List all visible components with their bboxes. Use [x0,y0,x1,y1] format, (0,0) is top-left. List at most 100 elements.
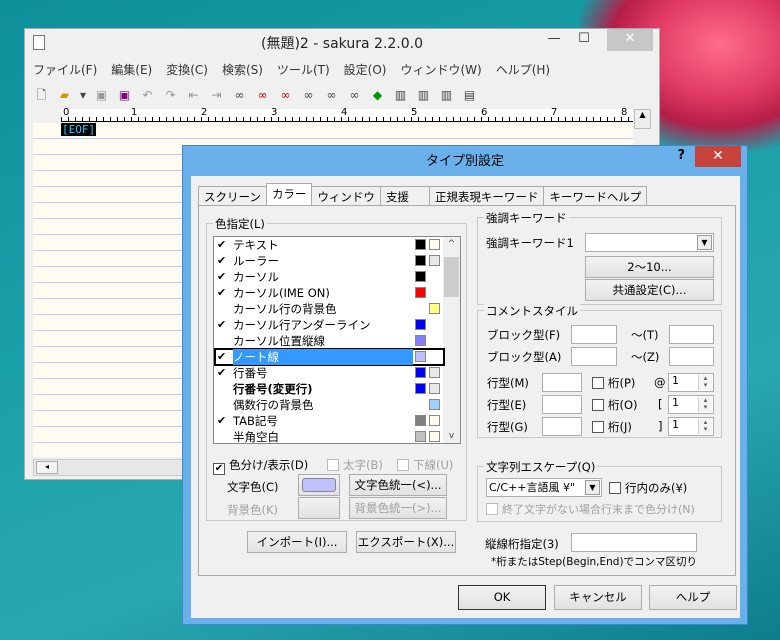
maximize-button[interactable]: ☐ [569,29,599,51]
common-settings-icon[interactable]: ▥ [392,87,409,104]
tab-regex-keyword[interactable]: 正規表現キーワード [428,186,545,205]
col-p-checkbox[interactable]: 桁(P) [592,375,635,391]
all-windows-icon[interactable]: ▤ [461,87,478,104]
string-escape-combo[interactable]: C/C++言語風 ¥" ▼ [486,478,602,497]
line-m-input[interactable] [542,373,582,392]
menu-settings[interactable]: 設定(O) [344,61,387,78]
line-e-input[interactable] [542,395,582,414]
toolbar: 🗋 ▰ ▾ ▣ ▣ ↶ ↷ ⇤ ⇥ ∞ ∞ ∞ ∞ ∞ ∞ ◆ ▥ ▥ ▥ ▤ [33,84,478,106]
menu-convert[interactable]: 変換(C) [166,61,208,78]
block-z-label: 〜(Z) [631,350,660,364]
color-item-label: カーソル位置縦線 [233,334,325,348]
cancel-button[interactable]: キャンセル [554,585,642,610]
bg-color-swatch [429,239,440,250]
help-question-button[interactable]: ? [677,148,685,163]
spinner-arrows-icon[interactable]: ▴ ▾ [698,375,712,390]
vertical-line-note: *桁またはStep(Begin,End)でコンマ区切り [491,556,698,568]
jump-forward-icon[interactable]: ⇥ [208,87,225,104]
save-as-icon[interactable]: ▣ [116,87,133,104]
block-f-end-input[interactable] [669,325,714,344]
unify-bg-color-button[interactable]: 背景色統一(>)... [349,497,447,519]
color-list-item[interactable]: ✔ ノート線 [214,348,445,366]
tab-keyword-help[interactable]: キーワードヘルプ [543,186,648,205]
tab-support[interactable]: 支援 [379,186,430,205]
bg-color-button[interactable] [298,497,340,519]
outline-icon[interactable]: ◆ [369,87,386,104]
color-list-item[interactable]: ✔ TAB記号 [215,413,444,429]
color-list-item[interactable]: 半角空白 [215,429,444,443]
minimize-button[interactable]: — [539,29,569,51]
color-list-item[interactable]: ✔ ルーラー [215,253,444,269]
undo-icon[interactable]: ↶ [139,87,156,104]
clear-mark-icon[interactable]: ∞ [323,87,340,104]
type-list-icon[interactable]: ▥ [438,87,455,104]
fg-color-swatch [415,415,426,426]
line-e-column-spinner[interactable]: 1 ▴ ▾ [668,395,714,414]
color-list-item[interactable]: ✔ カーソル [215,269,444,285]
unify-text-color-button[interactable]: 文字色統一(<)... [349,474,447,496]
replace-icon[interactable]: ∞ [300,87,317,104]
text-color-button[interactable] [298,474,340,496]
open-folder-icon[interactable]: ▰ [56,87,73,104]
menu-help[interactable]: ヘルプ(H) [496,61,550,78]
inline-only-checkbox[interactable]: 行内のみ(¥) [609,480,687,496]
color-list-item[interactable]: ✔ カーソル行アンダーライン [215,317,444,333]
type-settings-icon[interactable]: ▥ [415,87,432,104]
line-g-column-spinner[interactable]: 1 ▴ ▾ [668,417,714,436]
menu-window[interactable]: ウィンドウ(W) [400,61,481,78]
color-list-item[interactable]: カーソル行の背景色 [215,301,444,317]
menu-tools[interactable]: ツール(T) [277,61,330,78]
keywords-2-10-button[interactable]: 2〜10... [585,256,714,278]
search-icon[interactable]: ∞ [231,87,248,104]
dialog-close-button[interactable]: ✕ [695,146,741,167]
grep-icon[interactable]: ∞ [346,87,363,104]
close-button[interactable]: ✕ [607,29,653,51]
keyword-common-settings-button[interactable]: 共通設定(C)... [585,279,714,301]
fg-color-swatch [415,351,426,362]
menu-file[interactable]: ファイル(F) [33,61,97,78]
vertical-scrollbar[interactable]: ▲ [634,109,651,129]
color-list-item[interactable]: 行番号(変更行) [215,381,444,397]
tab-color[interactable]: カラー [265,183,313,205]
line-m-column-spinner[interactable]: 1 ▴ ▾ [668,373,714,392]
color-item-list[interactable]: ^ v ✔ テキスト ✔ ルーラー ✔ カーソル ✔ カーソル(IME ON) カーソル行の背景色… [213,236,461,444]
block-a-start-input[interactable] [571,347,617,366]
underline-checkbox[interactable]: 下線(U) [397,457,453,473]
dropdown-icon[interactable]: ▾ [79,87,87,104]
color-list-item[interactable]: カーソル位置縦線 [215,333,444,349]
spinner-arrows-icon[interactable]: ▴ ▾ [698,397,712,412]
menu-search[interactable]: 検索(S) [222,61,263,78]
search-prev-icon[interactable]: ∞ [277,87,294,104]
keyword1-combo[interactable]: ▼ [585,233,714,252]
menu-edit[interactable]: 編集(E) [111,61,152,78]
color-to-eol-checkbox[interactable]: 終了文字がない場合行末まで色分け(N) [486,501,695,517]
color-list-item[interactable]: ✔ カーソル(IME ON) [215,285,444,301]
tab-screen[interactable]: スクリーン [198,186,267,205]
spinner-arrows-icon[interactable]: ▴ ▾ [698,419,712,434]
color-list-item[interactable]: 偶数行の背景色 [215,397,444,413]
color-list-item[interactable]: ✔ 行番号 [215,365,444,381]
fg-color-swatch [415,383,426,394]
block-f-start-input[interactable] [571,325,617,344]
bold-checkbox[interactable]: 太字(B) [327,457,383,473]
new-file-icon[interactable]: 🗋 [33,87,50,104]
block-a-end-input[interactable] [669,347,714,366]
color-display-checkbox[interactable]: ✔ 色分け/表示(D) [213,457,308,475]
color-list-item[interactable]: ✔ テキスト [215,237,444,253]
col-o-checkbox[interactable]: 桁(O) [592,397,638,413]
col-j-checkbox[interactable]: 桁(J) [592,419,632,435]
help-button[interactable]: ヘルプ [649,585,737,610]
redo-icon[interactable]: ↷ [162,87,179,104]
ok-button[interactable]: OK [458,585,546,610]
export-button[interactable]: エクスポート(X)... [356,531,456,553]
tab-window[interactable]: ウィンドウ [311,186,381,205]
line-g-input[interactable] [542,417,582,436]
save-icon[interactable]: ▣ [93,87,110,104]
import-button[interactable]: インポート(I)... [247,531,347,553]
search-next-icon[interactable]: ∞ [254,87,271,104]
jump-back-icon[interactable]: ⇤ [185,87,202,104]
vertical-line-input[interactable] [571,533,697,552]
block-a-label: ブロック型(A) [487,350,562,364]
list-scrollbar[interactable]: ^ v [443,237,460,443]
block-t-label: 〜(T) [631,328,659,342]
